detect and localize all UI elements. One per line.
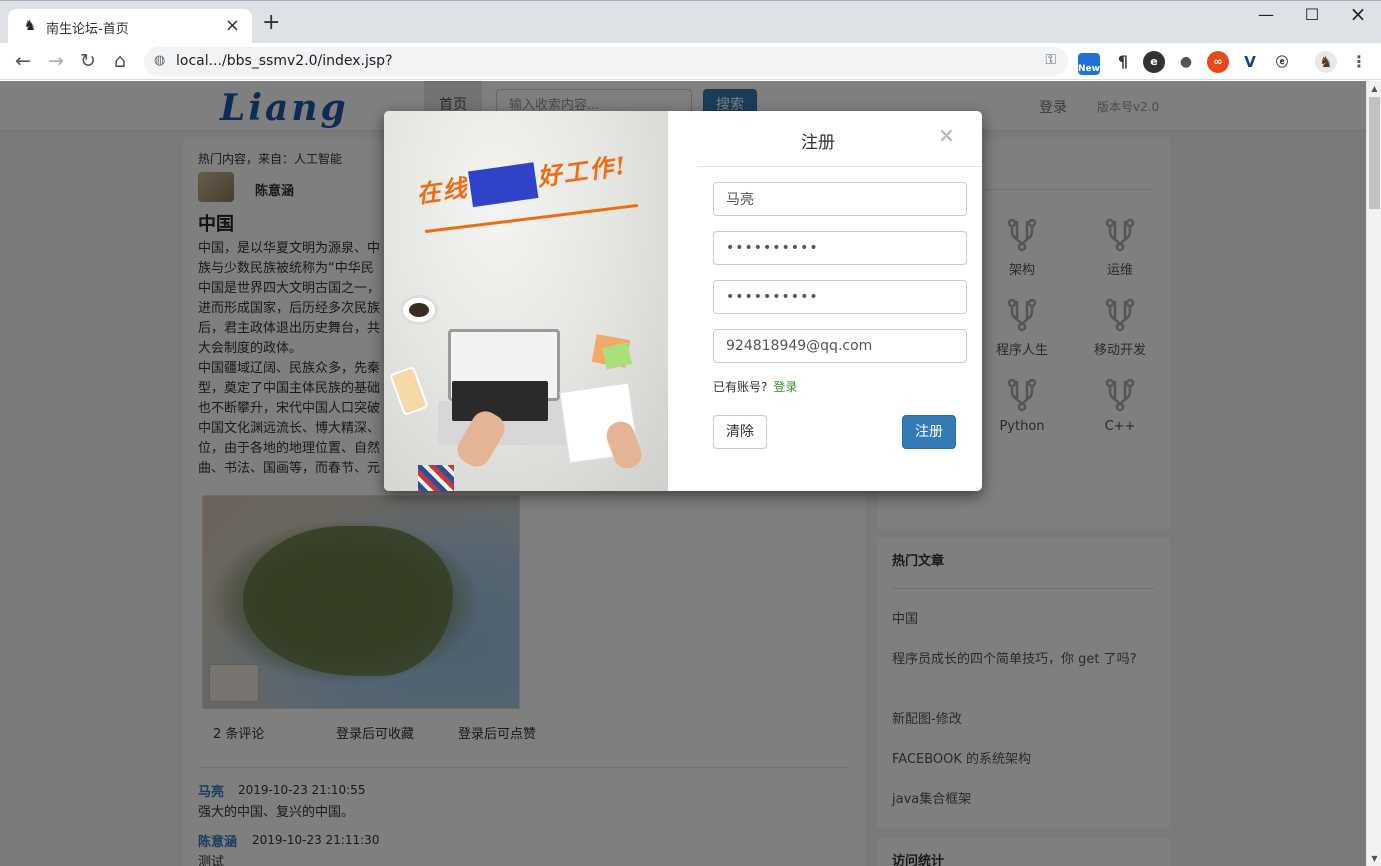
forward-arrow-icon[interactable]: →: [43, 48, 69, 74]
email-field[interactable]: [713, 329, 967, 363]
divider: [698, 166, 982, 167]
register-modal: 在线 好工作! 注册 × 已有账号? 登录 清除 注册: [384, 111, 982, 491]
keyboard-illustration: [452, 381, 548, 421]
page-scrollbar[interactable]: ▲ ▼: [1366, 81, 1381, 866]
hand-illustration: [602, 417, 646, 473]
menu-kebab-icon[interactable]: ⋮: [1348, 51, 1370, 73]
modal-title: 注册: [801, 133, 835, 153]
browser-titlebar: ♞ 南生论坛-首页 × + — ☐ ×: [0, 0, 1381, 44]
globe-icon: ◍: [154, 53, 166, 68]
new-tab-button[interactable]: +: [262, 12, 280, 34]
url-text: local.../bbs_ssmv2.0/index.jsp?: [176, 53, 393, 69]
slogan-left: 在线: [414, 172, 471, 209]
tab-close-icon[interactable]: ×: [225, 15, 240, 36]
sleeve-illustration: [418, 465, 454, 491]
e-extension-icon[interactable]: e: [1143, 51, 1165, 73]
extension-new-badge: New: [1078, 64, 1100, 74]
bulb-extension-icon[interactable]: ●: [1175, 51, 1197, 73]
maximize-icon[interactable]: ☐: [1289, 5, 1335, 24]
address-bar[interactable]: ◍ local.../bbs_ssmv2.0/index.jsp? ⚿: [144, 47, 1068, 76]
window-close-icon[interactable]: ×: [1335, 2, 1381, 26]
reload-icon[interactable]: ↻: [75, 48, 101, 74]
login-link[interactable]: 登录: [773, 380, 797, 394]
slogan-right: 好工作!: [535, 150, 630, 192]
username-field[interactable]: [713, 182, 967, 216]
minimize-icon[interactable]: —: [1243, 5, 1289, 24]
slogan-redaction-block: [467, 161, 539, 207]
password-field[interactable]: [713, 231, 967, 265]
tab-title: 南生论坛-首页: [46, 22, 129, 37]
phone-illustration: [389, 365, 429, 417]
slogan: 在线 好工作!: [414, 145, 630, 214]
back-arrow-icon[interactable]: ←: [10, 48, 36, 74]
new-extension-icon[interactable]: New: [1078, 53, 1100, 75]
browser-tab[interactable]: ♞ 南生论坛-首页 ×: [8, 9, 252, 44]
register-illustration: 在线 好工作!: [384, 111, 668, 491]
register-form: 注册 × 已有账号? 登录 清除 注册: [668, 111, 982, 491]
confirm-password-field[interactable]: [713, 280, 967, 314]
horse-favicon-icon: ♞: [23, 18, 37, 34]
register-button[interactable]: 注册: [902, 415, 956, 449]
pilcrow-extension-icon[interactable]: ¶: [1112, 51, 1134, 73]
profile-avatar-icon[interactable]: ♞: [1315, 51, 1337, 73]
coffee-cup-illustration: [400, 295, 438, 325]
key-icon[interactable]: ⚿: [1045, 52, 1056, 68]
home-icon[interactable]: ⌂: [107, 48, 133, 74]
browser-toolbar: ← → ↻ ⌂ ◍ local.../bbs_ssmv2.0/index.jsp…: [0, 43, 1381, 80]
scroll-up-arrow-icon[interactable]: ▲: [1367, 81, 1381, 96]
scroll-down-arrow-icon[interactable]: ▼: [1367, 851, 1381, 866]
sticky-note-illustration: [601, 342, 633, 370]
infinity-extension-icon[interactable]: ∞: [1207, 51, 1229, 73]
clear-button[interactable]: 清除: [713, 415, 767, 449]
modal-close-icon[interactable]: ×: [938, 123, 955, 147]
have-account-label: 已有账号?: [713, 380, 768, 394]
v-extension-icon[interactable]: V: [1239, 51, 1261, 73]
scroll-thumb[interactable]: [1369, 97, 1380, 209]
have-account-text: 已有账号? 登录: [713, 378, 797, 395]
translate-extension-icon[interactable]: ⓔ: [1271, 51, 1293, 73]
